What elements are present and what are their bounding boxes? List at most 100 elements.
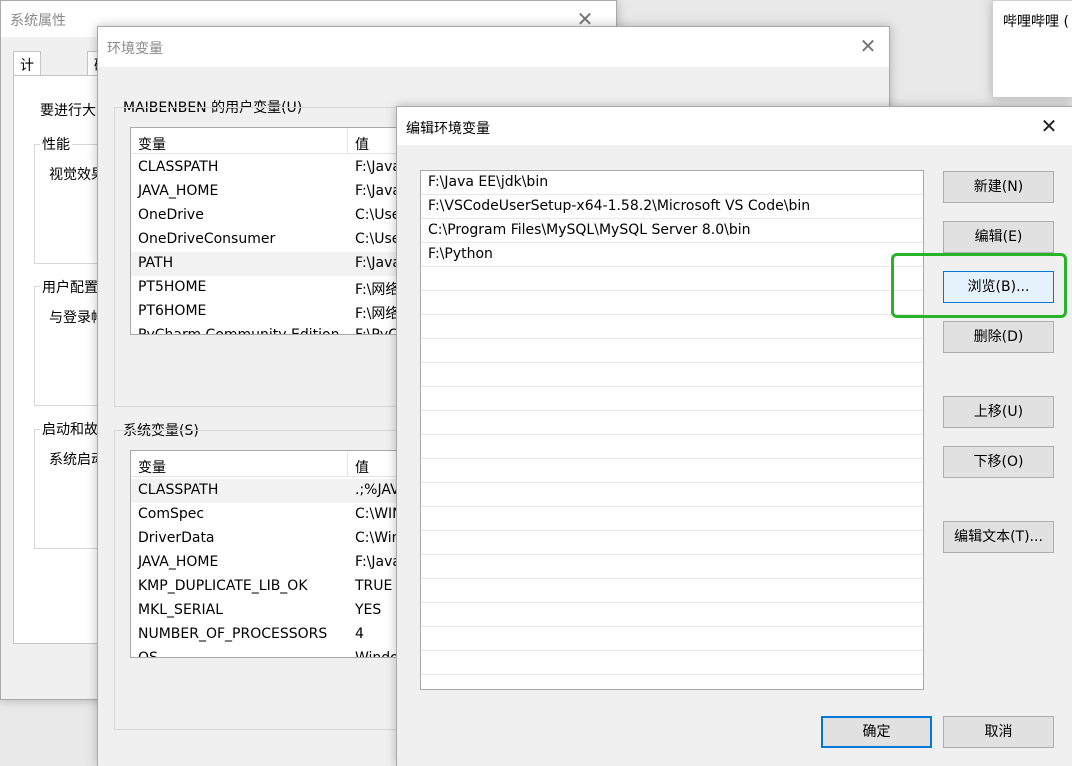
- user-variables-header: 变量 值: [131, 128, 429, 154]
- var-value: F:\Java: [355, 183, 401, 199]
- system-properties-title: 系统属性: [10, 13, 66, 29]
- column-separator: [347, 128, 348, 154]
- system-var-row[interactable]: KMP_DUPLICATE_LIB_OK TRUE: [131, 575, 429, 599]
- empty-row[interactable]: [421, 555, 923, 579]
- empty-row[interactable]: [421, 459, 923, 483]
- path-entries-list[interactable]: F:\Java EE\jdk\bin F:\VSCodeUserSetup-x6…: [420, 170, 924, 690]
- var-name: OneDriveConsumer: [138, 231, 276, 247]
- user-var-row[interactable]: OneDriveConsumer C:\User: [131, 228, 429, 252]
- empty-row[interactable]: [421, 507, 923, 531]
- user-var-row[interactable]: PT6HOME F:\网络: [131, 300, 429, 324]
- var-name: MKL_SERIAL: [138, 602, 224, 618]
- var-name: JAVA_HOME: [138, 183, 219, 199]
- column-separator: [347, 451, 348, 477]
- bilibili-window-title: 哔哩哔哩 (: [1003, 14, 1069, 30]
- empty-row[interactable]: [421, 411, 923, 435]
- var-name: CLASSPATH: [138, 159, 219, 175]
- advanced-intro-text: 要进行大: [40, 103, 96, 119]
- var-name: NUMBER_OF_PROCESSORS: [138, 626, 328, 642]
- var-value: YES: [355, 602, 382, 618]
- move-up-button[interactable]: 上移(U): [943, 396, 1054, 428]
- empty-row[interactable]: [421, 315, 923, 339]
- empty-row[interactable]: [421, 291, 923, 315]
- path-entry-text: C:\Program Files\MySQL\MySQL Server 8.0\…: [428, 222, 751, 238]
- path-entry[interactable]: C:\Program Files\MySQL\MySQL Server 8.0\…: [421, 219, 923, 243]
- path-entry-text: F:\VSCodeUserSetup-x64-1.58.2\Microsoft …: [428, 198, 811, 214]
- user-var-row[interactable]: CLASSPATH F:\Java: [131, 156, 429, 180]
- system-var-row[interactable]: ComSpec C:\WIN: [131, 503, 429, 527]
- edit-button[interactable]: 编辑(E): [943, 221, 1054, 253]
- var-name: ComSpec: [138, 506, 205, 522]
- path-entry-text: F:\Java EE\jdk\bin: [428, 174, 549, 190]
- system-var-row[interactable]: NUMBER_OF_PROCESSORS 4: [131, 623, 429, 647]
- var-name: DriverData: [138, 530, 215, 546]
- user-col-value[interactable]: 值: [355, 134, 369, 154]
- system-var-row[interactable]: OS Windows: [131, 647, 429, 658]
- user-profiles-group-label: 用户配置: [40, 277, 100, 297]
- path-entry[interactable]: F:\Python: [421, 243, 923, 267]
- delete-button[interactable]: 删除(D): [943, 321, 1054, 353]
- var-name: CLASSPATH: [138, 482, 219, 498]
- user-var-row[interactable]: JAVA_HOME F:\Java: [131, 180, 429, 204]
- empty-row[interactable]: [421, 387, 923, 411]
- performance-group-label: 性能: [40, 134, 72, 154]
- var-name: PyCharm Community Edition: [138, 327, 340, 335]
- environment-variables-title: 环境变量: [107, 41, 163, 57]
- user-variables-list[interactable]: 变量 值 CLASSPATH F:\Java JAVA_HOME F:\Java O…: [130, 127, 430, 335]
- var-name: PT5HOME: [138, 279, 207, 295]
- var-name: JAVA_HOME: [138, 554, 219, 570]
- edit-dialog-titlebar: 编辑环境变量 ✕: [397, 107, 1072, 145]
- var-value: F:\PyC: [355, 327, 398, 335]
- system-var-row[interactable]: JAVA_HOME F:\Java: [131, 551, 429, 575]
- var-value: .;%JAV: [355, 482, 400, 498]
- empty-row[interactable]: [421, 651, 923, 675]
- var-value: F:\Java: [355, 159, 401, 175]
- var-name: PT6HOME: [138, 303, 207, 319]
- empty-row[interactable]: [421, 435, 923, 459]
- empty-row[interactable]: [421, 339, 923, 363]
- system-var-row[interactable]: DriverData C:\Win: [131, 527, 429, 551]
- tab-computer-name[interactable]: 计算机名: [13, 51, 41, 134]
- empty-row[interactable]: [421, 531, 923, 555]
- close-icon[interactable]: ✕: [1034, 111, 1064, 141]
- system-col-value[interactable]: 值: [355, 457, 369, 477]
- system-variables-header: 变量 值: [131, 451, 429, 477]
- empty-row[interactable]: [421, 363, 923, 387]
- var-value: F:\Java: [355, 255, 401, 271]
- var-value: F:\网络: [355, 282, 400, 298]
- system-var-row-selected[interactable]: CLASSPATH .;%JAV: [131, 479, 429, 503]
- empty-row[interactable]: [421, 579, 923, 603]
- edit-text-button[interactable]: 编辑文本(T)...: [943, 521, 1054, 553]
- user-var-row[interactable]: PT5HOME F:\网络: [131, 276, 429, 300]
- var-name: OneDrive: [138, 207, 204, 223]
- browse-highlight-annotation: [891, 253, 1067, 318]
- environment-variables-titlebar: 环境变量 ✕: [98, 27, 889, 67]
- system-var-row[interactable]: MKL_SERIAL YES: [131, 599, 429, 623]
- var-value: TRUE: [355, 578, 393, 594]
- edit-dialog-title: 编辑环境变量: [406, 121, 490, 137]
- ok-button[interactable]: 确定: [821, 716, 932, 748]
- startup-group-label: 启动和故: [40, 419, 100, 439]
- empty-row[interactable]: [421, 627, 923, 651]
- move-down-button[interactable]: 下移(O): [943, 446, 1054, 478]
- system-col-variable[interactable]: 变量: [138, 457, 166, 477]
- user-var-row[interactable]: OneDrive C:\User: [131, 204, 429, 228]
- new-button[interactable]: 新建(N): [943, 171, 1054, 203]
- user-col-variable[interactable]: 变量: [138, 134, 166, 154]
- edit-environment-variable-dialog: 编辑环境变量 ✕ F:\Java EE\jdk\bin F:\VSCodeUse…: [396, 106, 1072, 766]
- user-var-row[interactable]: PyCharm Community Edition F:\PyC: [131, 324, 429, 335]
- var-name: OS: [138, 650, 158, 658]
- cancel-button[interactable]: 取消: [943, 716, 1054, 748]
- var-value: F:\网络: [355, 306, 400, 322]
- empty-row[interactable]: [421, 267, 923, 291]
- path-entry[interactable]: F:\Java EE\jdk\bin: [421, 171, 923, 195]
- system-variables-list[interactable]: 变量 值 CLASSPATH .;%JAV ComSpec C:\WIN Drive…: [130, 450, 430, 658]
- path-entry[interactable]: F:\VSCodeUserSetup-x64-1.58.2\Microsoft …: [421, 195, 923, 219]
- path-entry-text: F:\Python: [428, 246, 493, 262]
- background-window-bilibili[interactable]: 哔哩哔哩 (: [992, 0, 1072, 98]
- close-icon[interactable]: ✕: [853, 31, 883, 61]
- empty-row[interactable]: [421, 483, 923, 507]
- user-var-row-selected[interactable]: PATH F:\Java: [131, 252, 429, 276]
- empty-row[interactable]: [421, 603, 923, 627]
- var-value: F:\Java: [355, 554, 401, 570]
